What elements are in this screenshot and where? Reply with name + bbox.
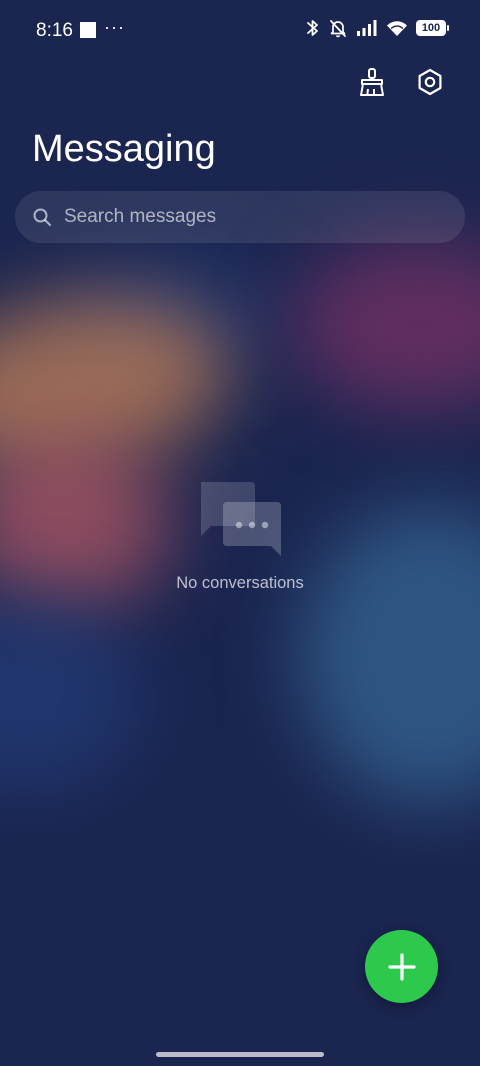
silent-icon — [330, 20, 346, 38]
clean-button[interactable] — [354, 64, 390, 100]
battery-level: 100 — [421, 22, 441, 34]
notification-icon — [80, 22, 96, 38]
empty-state-text: No conversations — [176, 574, 304, 592]
signal-icon — [357, 20, 377, 36]
settings-icon — [418, 68, 442, 96]
status-icons: 100 — [306, 18, 449, 38]
status-time: 8:16 — [36, 20, 73, 41]
wallpaper-blob — [0, 600, 140, 790]
wifi-icon — [387, 21, 407, 36]
wallpaper-blob — [290, 240, 480, 410]
battery-icon: 100 — [416, 20, 449, 36]
search-bar[interactable]: Search messages — [15, 191, 465, 243]
more-notifications-indicator: ··· — [104, 17, 125, 37]
new-conversation-button[interactable] — [365, 930, 438, 1003]
gesture-nav-handle[interactable] — [156, 1052, 324, 1057]
settings-button[interactable] — [412, 64, 448, 100]
status-bar: 8:16 ··· 100 — [0, 0, 480, 60]
page-title: Messaging — [32, 128, 216, 170]
clean-brush-icon — [360, 68, 384, 96]
search-icon — [33, 208, 51, 226]
empty-state: No conversations — [0, 480, 480, 593]
header-actions — [354, 64, 448, 100]
conversations-icon — [201, 482, 281, 556]
plus-icon — [387, 952, 416, 981]
search-input[interactable]: Search messages — [64, 206, 216, 228]
bluetooth-icon — [307, 20, 318, 36]
